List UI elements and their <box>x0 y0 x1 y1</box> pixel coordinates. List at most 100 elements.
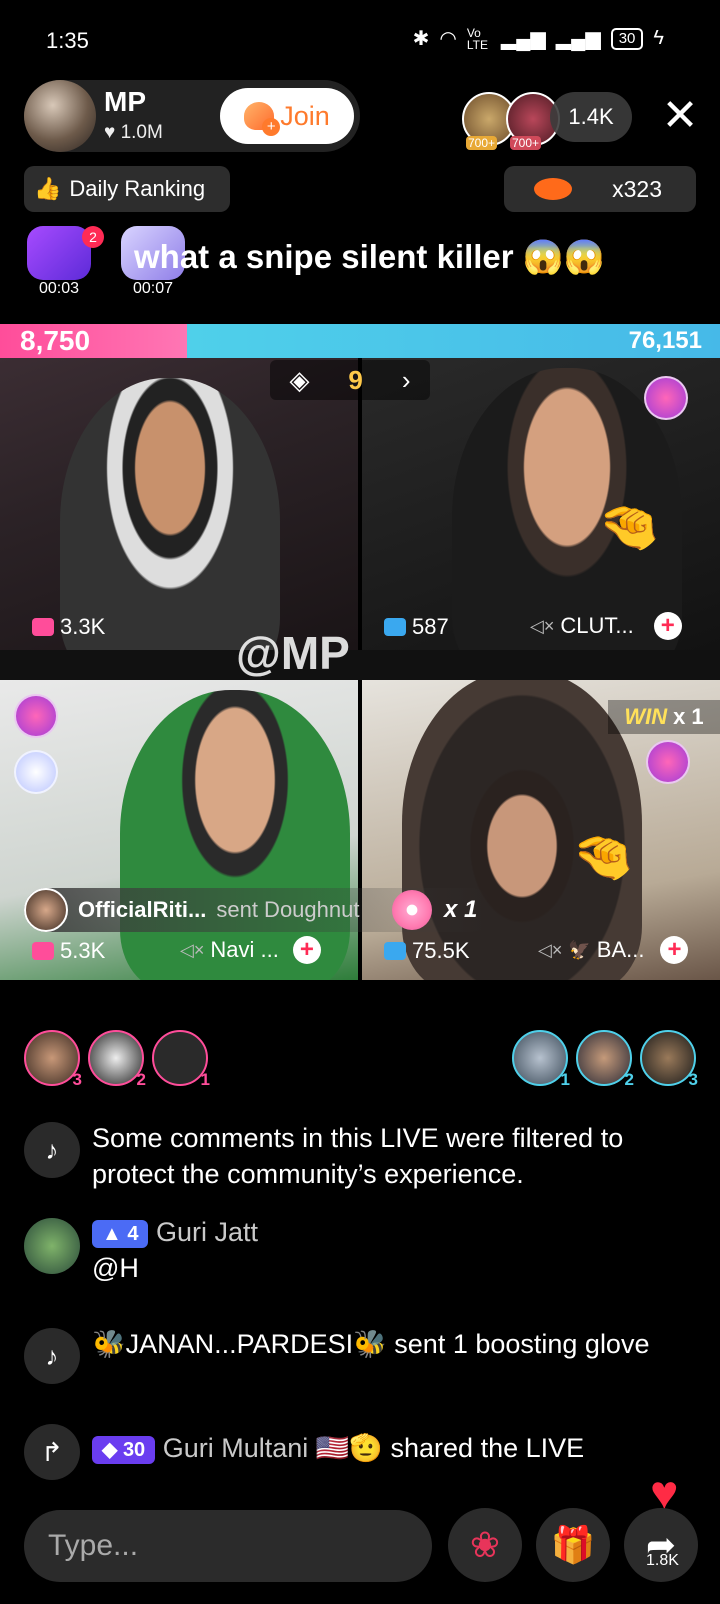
tile-4-name: BA... <box>596 937 645 962</box>
comment-text: @H <box>92 1253 139 1283</box>
gifter-rank: 2 <box>136 1070 146 1089</box>
tile-3-name: Navi ... <box>210 937 279 962</box>
cloud-orb-icon <box>14 750 58 794</box>
camera-icon <box>32 942 54 960</box>
heart-icon: ♥ <box>104 122 121 143</box>
mute-icon: ◁× <box>530 615 555 636</box>
left-team-score: 8,750 <box>20 325 91 356</box>
tile-1-count: 3.3K <box>60 614 106 639</box>
gift-button[interactable]: 🎁 <box>536 1508 610 1582</box>
tile-3-name-row: ◁× Navi ... + <box>180 936 321 964</box>
comment-text: shared the LIVE <box>390 1433 585 1463</box>
top-gifter-left-2[interactable]: 2 <box>88 1030 146 1089</box>
gifter-rank: 2 <box>624 1070 634 1089</box>
tiktok-icon: ♪ <box>24 1328 80 1384</box>
daily-ranking-button[interactable]: 👍 Daily Ranking <box>24 166 230 212</box>
video-tile-3[interactable]: 5.3K ◁× Navi ... + <box>0 680 358 980</box>
viewer-badge-1: 700+ <box>466 136 498 150</box>
boost-orb-icon <box>646 740 690 784</box>
overlay-handle: @MP <box>236 627 350 679</box>
battery-icon: 30 <box>610 27 644 50</box>
tile-1-stat: 3.3K <box>32 614 105 640</box>
top-gifter-left-1[interactable]: 3 <box>24 1030 82 1089</box>
level-number: 30 <box>122 1438 146 1461</box>
top-gifter-right-2[interactable]: 2 <box>576 1030 634 1089</box>
comment-item[interactable]: ▲ 4 Guri Jatt @H <box>24 1214 696 1286</box>
rose-gift-button[interactable]: ❀ <box>448 1508 522 1582</box>
mute-icon: ◁× <box>538 939 563 960</box>
gift-timer-2: 00:07 <box>118 280 188 298</box>
boost-orb-icon <box>14 694 58 738</box>
diamond-icon: ◆ <box>102 1438 123 1461</box>
comment-system: ♪ Some comments in this LIVE were filter… <box>24 1120 696 1192</box>
commenter-name[interactable]: Guri Jatt <box>156 1217 258 1247</box>
heart-plus-icon <box>244 102 281 136</box>
coin-counter[interactable]: x323 <box>504 166 696 212</box>
battle-gem-indicator[interactable]: ◈ 9 › <box>270 360 430 400</box>
signal-icon-2: ▂▄▆ <box>555 28 601 50</box>
coin-count: x323 <box>612 175 662 202</box>
commenter-avatar[interactable] <box>24 1218 80 1274</box>
camera-icon <box>384 942 406 960</box>
join-button[interactable]: Join <box>220 88 354 144</box>
win-label: WIN <box>624 704 668 729</box>
gift-icon: 🎁 <box>550 1524 596 1565</box>
win-count: x 1 <box>673 704 704 729</box>
host-avatar[interactable] <box>24 80 96 152</box>
volte-label: Vo LTE <box>466 25 488 52</box>
comment-input[interactable]: Type... <box>24 1510 432 1582</box>
gifter-rank: 3 <box>688 1070 698 1089</box>
level-icon: ▲ <box>102 1222 128 1245</box>
share-button[interactable]: ➦ <box>624 1508 698 1582</box>
pinch-hand-icon: 🤏 <box>572 829 635 885</box>
gift-timer-1: 00:03 <box>24 280 94 298</box>
gift-count: x 1 <box>444 896 478 923</box>
host-video <box>60 378 280 650</box>
top-gifter-right-1[interactable]: 1 <box>512 1030 570 1089</box>
close-icon[interactable]: ✕ <box>660 94 700 138</box>
chevron-right-icon: › <box>401 364 411 395</box>
notification-badge: 2 <box>82 226 104 248</box>
right-team-score: 76,151 <box>628 327 702 354</box>
host-likes-count: 1.0M <box>120 122 163 143</box>
video-tile-host[interactable]: 3.3K <box>0 358 358 650</box>
gifter-rank: 3 <box>72 1070 82 1089</box>
follow-plus-button[interactable]: + <box>292 936 321 964</box>
tile-4-name-row: ◁× 🦅 BA... + <box>538 936 689 964</box>
top-gifter-left-3[interactable]: 1 <box>152 1030 210 1089</box>
comment-item[interactable]: ↱ ◆ 30 Guri Multani 🇺🇸🫡 shared the LIVE <box>24 1424 696 1480</box>
gift-sender-avatar <box>24 888 68 932</box>
battle-score-bar <box>0 324 720 358</box>
gem-icon: ◈ <box>289 364 310 395</box>
video-tile-2[interactable]: 🤏 587 ◁× CLUT... + <box>362 358 720 650</box>
share-count: 1.8K <box>646 1552 679 1569</box>
charging-icon: ϟ <box>653 27 664 49</box>
tile-3-stat: 5.3K <box>32 938 105 964</box>
marquee-text: what a snipe silent killer 😱😱 <box>134 238 605 275</box>
rose-icon: ❀ <box>469 1524 501 1565</box>
fire-hand-icon: 👍 <box>34 176 62 201</box>
eagle-icon: 🦅 <box>568 939 591 960</box>
share-arrow-icon: ↱ <box>24 1424 80 1480</box>
follow-plus-button[interactable]: + <box>653 612 682 640</box>
tile-2-stat: 587 <box>384 614 449 640</box>
gifter-rank: 1 <box>200 1070 210 1089</box>
tile-4-count: 75.5K <box>412 938 470 963</box>
mute-icon: ◁× <box>180 939 205 960</box>
viewer-badge-2: 700+ <box>510 136 542 150</box>
tiktok-icon: ♪ <box>24 1122 80 1178</box>
win-streak-tag: WIN x 1 <box>608 700 720 734</box>
comment-text: 🐝JANAN...PARDESI🐝 sent 1 boosting glove <box>92 1329 650 1359</box>
top-gifter-right-3[interactable]: 3 <box>640 1030 698 1089</box>
viewer-count[interactable]: 1.4K <box>550 92 632 142</box>
gifter-rank: 1 <box>560 1070 570 1089</box>
gem-count: 9 <box>348 364 363 395</box>
host-name[interactable]: MP <box>104 86 146 118</box>
pinch-hand-icon: 🤏 <box>598 499 661 555</box>
comment-system: ♪ 🐝JANAN...PARDESI🐝 sent 1 boosting glov… <box>24 1326 696 1384</box>
commenter-name[interactable]: Guri Multani 🇺🇸🫡 <box>163 1433 383 1463</box>
follow-plus-button[interactable]: + <box>660 936 689 964</box>
camera-icon <box>32 618 54 636</box>
status-icons: ✱ ◠ Vo LTE ▂▄▆ ▂▄▆ 30 ϟ <box>413 26 664 51</box>
wifi-icon: ◠ <box>439 28 457 50</box>
